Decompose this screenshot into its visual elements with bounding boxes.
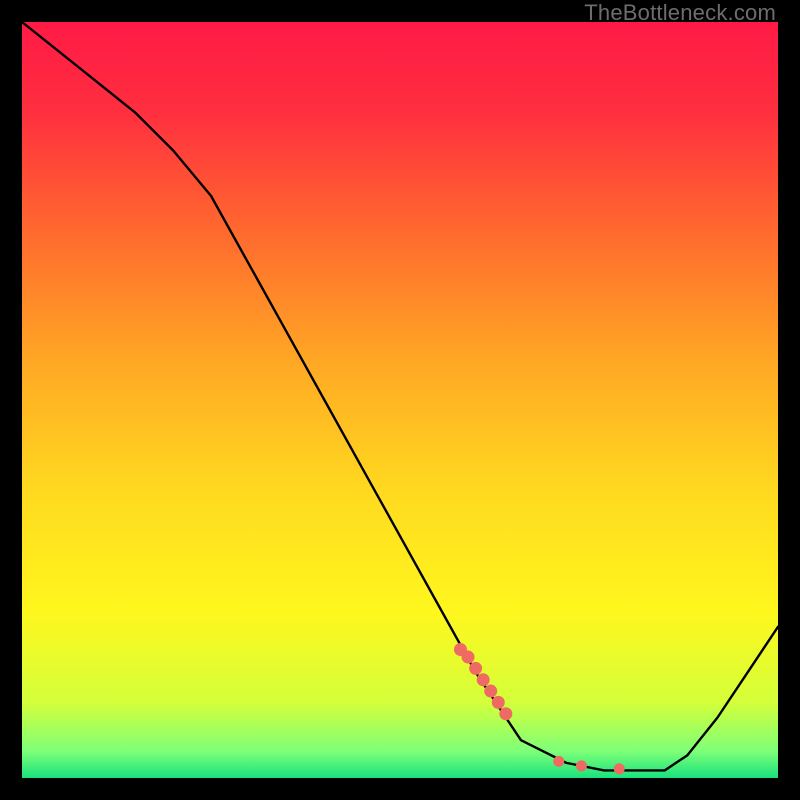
chart-frame [22, 22, 778, 778]
bottleneck-chart [22, 22, 778, 778]
highlight-marker [553, 756, 564, 767]
chart-background [22, 22, 778, 778]
highlight-marker [477, 673, 490, 686]
highlight-marker [469, 662, 482, 675]
highlight-marker [462, 651, 475, 664]
highlight-marker [614, 763, 625, 774]
highlight-marker [484, 685, 497, 698]
highlight-marker [499, 707, 512, 720]
highlight-marker [492, 696, 505, 709]
highlight-marker [576, 760, 587, 771]
